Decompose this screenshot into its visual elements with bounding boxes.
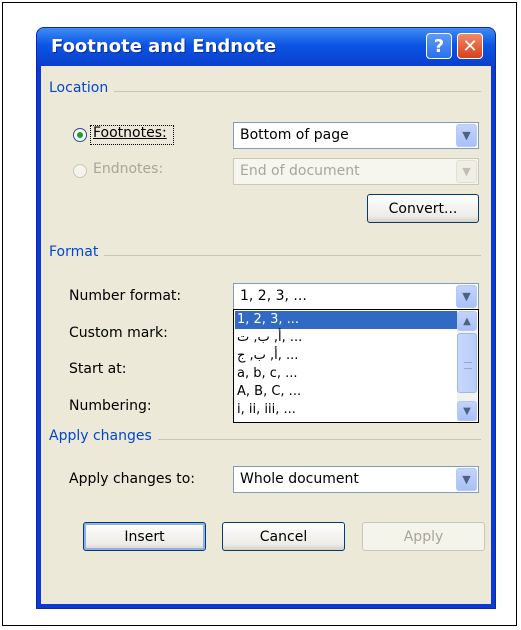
format-group-line [51, 255, 481, 256]
grip-icon [464, 362, 472, 369]
footnotes-position-value: Bottom of page [240, 127, 349, 143]
number-format-value: 1, 2, 3, ... [240, 288, 307, 304]
apply-changes-to-value: Whole document [240, 471, 359, 487]
scroll-up-icon[interactable]: ▲ [457, 311, 477, 331]
number-format-label: Number format: [69, 288, 182, 304]
dialog-body: Location Footnotes: Bottom of page ▼ End… [41, 66, 491, 604]
number-format-select[interactable]: 1, 2, 3, ... ▼ [233, 283, 479, 310]
scroll-down-icon[interactable]: ▼ [457, 401, 477, 421]
endnotes-position-select: End of document ▼ [233, 158, 479, 185]
footnotes-label[interactable]: Footnotes: [93, 125, 167, 141]
chevron-down-icon[interactable]: ▼ [456, 124, 477, 147]
scrollbar-thumb[interactable] [457, 333, 477, 393]
apply-button: Apply [362, 522, 485, 551]
apply-changes-to-label: Apply changes to: [69, 471, 196, 487]
chevron-down-icon[interactable]: ▼ [456, 468, 477, 491]
endnotes-radio[interactable] [73, 164, 87, 178]
convert-button[interactable]: Convert... [367, 194, 479, 223]
list-item[interactable]: أ, ب, ج, ... [235, 347, 461, 365]
list-item[interactable]: A, B, C, ... [235, 383, 461, 401]
footnotes-radio[interactable] [73, 128, 87, 142]
list-item[interactable]: أ, ب, ت, ... [235, 329, 461, 347]
numbering-label: Numbering: [69, 398, 152, 414]
location-group-line [51, 91, 481, 92]
endnotes-label: Endnotes: [93, 161, 164, 177]
custom-mark-label: Custom mark: [69, 325, 168, 341]
endnotes-position-value: End of document [240, 163, 360, 179]
help-icon[interactable]: ? [426, 33, 452, 59]
start-at-label: Start at: [69, 361, 127, 377]
footnote-endnote-dialog: Footnote and Endnote ? ✕ Location Footno… [36, 27, 496, 609]
chevron-down-icon: ▼ [456, 160, 477, 183]
number-format-dropdown-list[interactable]: 1, 2, 3, ... أ, ب, ت, ... أ, ب, ج, ... a… [233, 309, 479, 423]
apply-changes-to-select[interactable]: Whole document ▼ [233, 466, 479, 493]
location-group-label: Location [49, 80, 115, 96]
close-icon[interactable]: ✕ [457, 33, 483, 59]
list-item[interactable]: 1, 2, 3, ... [235, 311, 461, 329]
chevron-down-icon[interactable]: ▼ [456, 285, 477, 308]
insert-button[interactable]: Insert [83, 522, 206, 551]
cancel-button[interactable]: Cancel [222, 522, 345, 551]
title-bar[interactable]: Footnote and Endnote ? ✕ [37, 28, 495, 66]
list-scrollbar[interactable]: ▲ ▼ [457, 311, 477, 421]
apply-group-label: Apply changes [49, 428, 158, 444]
format-group-label: Format [49, 244, 105, 260]
list-item[interactable]: i, ii, iii, ... [235, 401, 461, 419]
footnotes-position-select[interactable]: Bottom of page ▼ [233, 122, 479, 149]
list-item[interactable]: a, b, c, ... [235, 365, 461, 383]
dialog-title: Footnote and Endnote [51, 36, 277, 57]
